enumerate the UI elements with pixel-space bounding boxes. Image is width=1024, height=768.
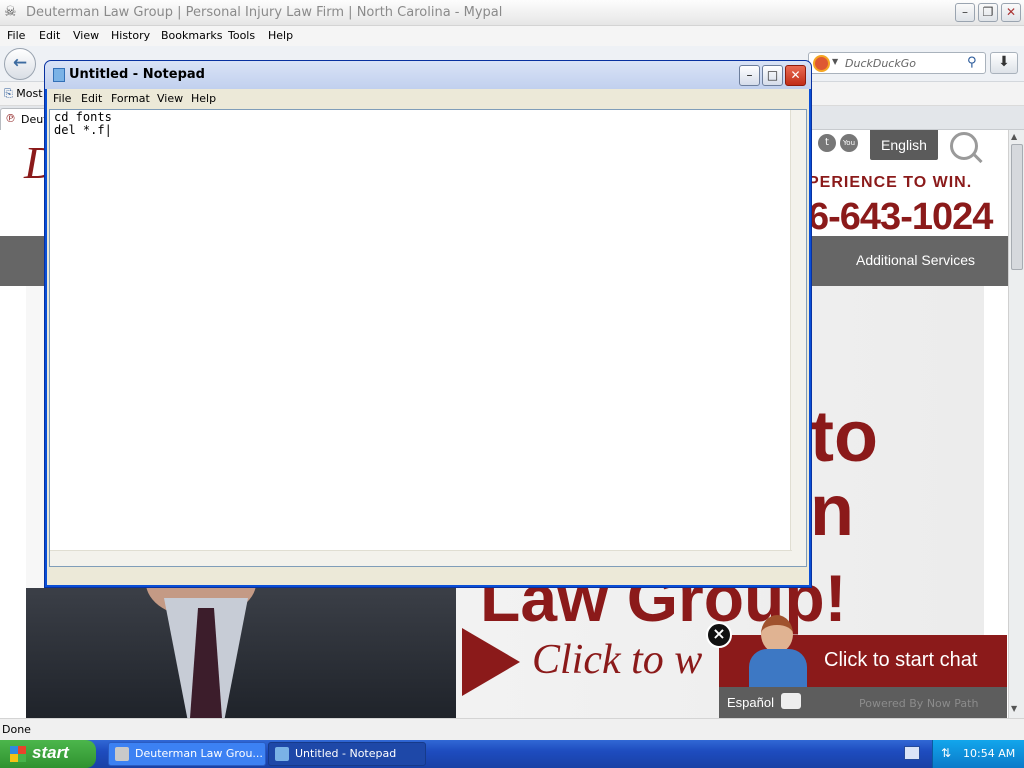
hero-line-1: to — [810, 397, 878, 477]
chat-agent-avatar — [743, 615, 813, 687]
notepad-vertical-scrollbar[interactable] — [790, 110, 806, 566]
chat-start-label[interactable]: Click to start chat — [824, 649, 977, 672]
menu-view[interactable]: View — [73, 29, 99, 42]
notepad-title-bar[interactable]: Untitled - Notepad – □ ✕ — [45, 61, 811, 89]
hero-heading: to n — [810, 400, 878, 548]
attorney-photo — [26, 588, 456, 718]
menu-tools[interactable]: Tools — [228, 29, 255, 42]
search-placeholder: DuckDuckGo — [845, 57, 916, 70]
clock[interactable]: 10:54 AM — [963, 747, 1015, 760]
browser-window-title: Deuterman Law Group | Personal Injury La… — [26, 5, 503, 20]
menu-help[interactable]: Help — [268, 29, 293, 42]
powered-by-text: Powered By Now Path — [859, 697, 979, 710]
notepad-icon — [53, 68, 65, 82]
tab-deuterman[interactable]: ℗ Deut — [0, 108, 48, 130]
network-icon[interactable]: ⇅ — [941, 746, 951, 760]
windows-logo-icon — [10, 746, 26, 762]
menu-bookmarks[interactable]: Bookmarks — [161, 29, 222, 42]
page-scrollbar[interactable]: ▲ ▼ — [1008, 130, 1024, 718]
hero-line-2: n — [810, 471, 854, 551]
back-arrow-icon[interactable]: ← — [4, 48, 36, 80]
bookmark-icon: ⎘ — [4, 87, 17, 100]
taskbar-item-label: Untitled - Notepad — [295, 747, 397, 760]
twitter-icon[interactable]: t — [818, 134, 836, 152]
menu-edit[interactable]: Edit — [39, 29, 60, 42]
chat-widget[interactable]: Click to start chat Español Powered By N… — [719, 615, 1007, 718]
start-label: start — [32, 743, 69, 762]
scrollbar-thumb[interactable] — [1011, 144, 1023, 270]
menu-file[interactable]: File — [7, 29, 25, 42]
status-bar: Done — [0, 718, 1024, 740]
youtube-icon[interactable]: You — [840, 134, 858, 152]
search-bar[interactable]: ▼ DuckDuckGo ⚲ — [808, 52, 986, 74]
maximize-button[interactable]: ❐ — [978, 3, 998, 22]
status-text: Done — [2, 723, 31, 736]
chat-bubble-icon — [781, 693, 801, 709]
phone-number[interactable]: 6-643-1024 — [808, 196, 993, 239]
notepad-menu-format[interactable]: Format — [111, 92, 150, 105]
notepad-content[interactable]: cd fonts del *.f| — [54, 111, 112, 137]
bookmark-label: Most — [16, 87, 43, 100]
notepad-close-button[interactable]: ✕ — [785, 65, 806, 86]
keyboard-icon[interactable] — [904, 746, 920, 760]
taskbar: start Deuterman Law Grou... Untitled - N… — [0, 740, 1024, 768]
start-button[interactable]: start — [0, 740, 96, 768]
favicon-icon: ℗ — [5, 112, 16, 125]
close-button[interactable]: ✕ — [1001, 3, 1021, 22]
browser-app-icon: ☠ — [4, 4, 17, 20]
click-to-watch-text[interactable]: Click to w — [532, 636, 702, 684]
chat-language-link[interactable]: Español — [727, 695, 774, 710]
play-video-icon[interactable] — [462, 628, 520, 696]
duckduckgo-icon — [813, 55, 830, 72]
search-icon[interactable]: ⚲ — [967, 55, 977, 70]
scroll-down-icon[interactable]: ▼ — [1011, 704, 1017, 713]
taskbar-item-browser[interactable]: Deuterman Law Grou... — [108, 742, 266, 766]
notepad-maximize-button[interactable]: □ — [762, 65, 783, 86]
notepad-minimize-button[interactable]: – — [739, 65, 760, 86]
site-search-icon[interactable] — [950, 132, 978, 160]
browser-menu-bar: File Edit View History Bookmarks Tools H… — [0, 26, 1024, 46]
chat-close-icon[interactable]: × — [706, 622, 732, 648]
notepad-menu-bar: File Edit Format View Help — [47, 89, 809, 109]
notepad-menu-edit[interactable]: Edit — [81, 92, 102, 105]
chat-footer: Español Powered By Now Path — [719, 687, 1007, 718]
minimize-button[interactable]: – — [955, 3, 975, 22]
system-tray: ⇅ 10:54 AM — [932, 740, 1024, 768]
notepad-frame: File Edit Format View Help cd fonts del … — [47, 89, 809, 585]
taskbar-item-label: Deuterman Law Grou... — [135, 747, 263, 760]
notepad-task-icon — [275, 747, 289, 761]
notepad-text-area[interactable]: cd fonts del *.f| — [49, 109, 807, 567]
notepad-title: Untitled - Notepad — [69, 67, 205, 82]
download-icon[interactable]: ⬇ — [990, 52, 1018, 74]
notepad-menu-view[interactable]: View — [157, 92, 183, 105]
notepad-menu-help[interactable]: Help — [191, 92, 216, 105]
agent-head — [761, 615, 793, 653]
menu-history[interactable]: History — [111, 29, 150, 42]
bookmark-most-visited[interactable]: ⎘ Most — [4, 87, 43, 101]
notepad-window: Untitled - Notepad – □ ✕ File Edit Forma… — [44, 60, 812, 588]
nav-additional-services[interactable]: Additional Services — [856, 252, 975, 268]
browser-task-icon — [115, 747, 129, 761]
notepad-horizontal-scrollbar[interactable] — [50, 550, 792, 566]
agent-body — [749, 649, 807, 687]
search-engine-dropdown-icon[interactable]: ▼ — [832, 57, 838, 66]
notepad-menu-file[interactable]: File — [53, 92, 71, 105]
browser-title-bar: ☠ Deuterman Law Group | Personal Injury … — [0, 0, 1024, 26]
taskbar-item-notepad[interactable]: Untitled - Notepad — [268, 742, 426, 766]
tagline: PERIENCE TO WIN. — [808, 174, 973, 191]
language-button[interactable]: English — [870, 130, 938, 160]
scroll-up-icon[interactable]: ▲ — [1011, 132, 1017, 141]
